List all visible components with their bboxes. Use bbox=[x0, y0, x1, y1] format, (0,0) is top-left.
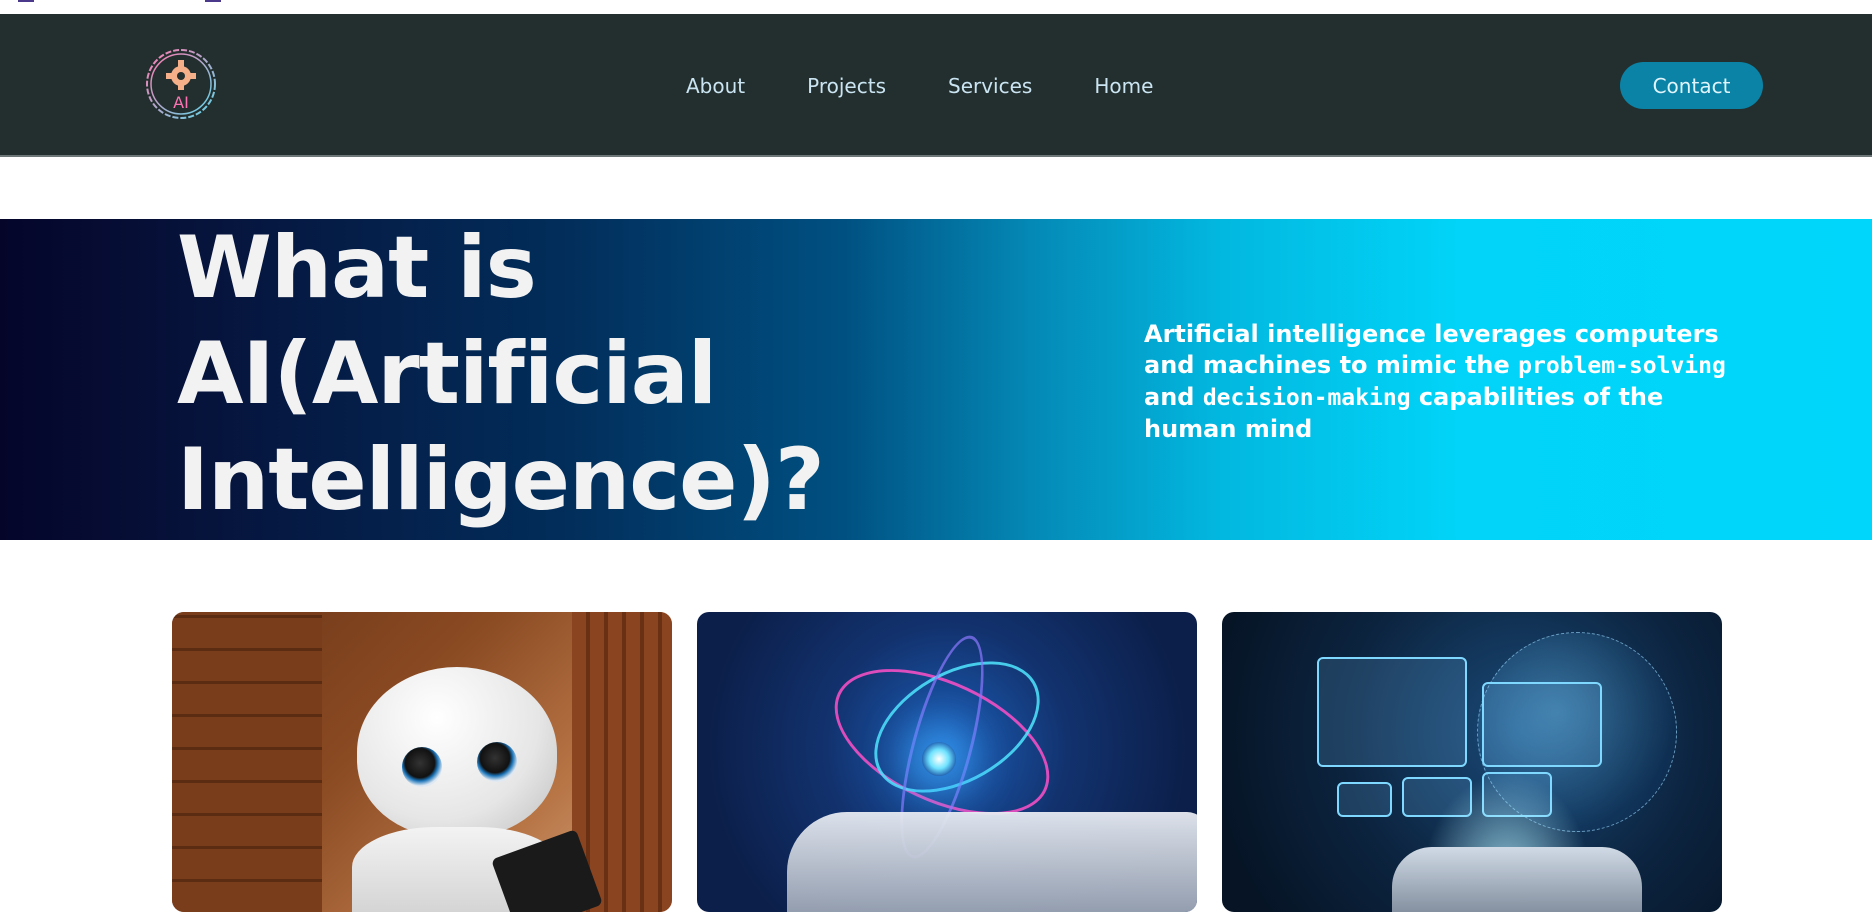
dashboard-screen bbox=[1337, 782, 1392, 817]
hero-title: What is AI(Artificial Intelligence)? bbox=[177, 219, 825, 530]
nav-projects[interactable]: Projects bbox=[807, 72, 886, 100]
contact-button[interactable]: Contact bbox=[1620, 62, 1763, 109]
partial-element bbox=[18, 0, 34, 2]
hero-desc-code: problem-solving bbox=[1518, 353, 1726, 379]
card-robot-hand-atom[interactable] bbox=[697, 612, 1197, 912]
ai-logo-icon[interactable]: AI bbox=[143, 46, 219, 122]
atom-core bbox=[922, 742, 956, 776]
robot-hand bbox=[1392, 847, 1642, 912]
main-nav: About Projects Services Home bbox=[686, 72, 1215, 100]
card-grid bbox=[172, 612, 1722, 912]
top-strip bbox=[0, 0, 1872, 14]
robot-hand bbox=[787, 812, 1197, 912]
hero-desc-text: and bbox=[1144, 383, 1203, 411]
card-robot-photo[interactable] bbox=[172, 612, 672, 912]
dashboard-screen bbox=[1482, 682, 1602, 767]
card-robot-hand-dashboard[interactable] bbox=[1222, 612, 1722, 912]
nav-about[interactable]: About bbox=[686, 72, 745, 100]
robot-eye bbox=[402, 747, 442, 787]
nav-services[interactable]: Services bbox=[948, 72, 1032, 100]
robot-eye bbox=[477, 742, 517, 782]
navbar: AI About Projects Services Home Contact bbox=[0, 14, 1872, 157]
hero-banner: What is AI(Artificial Intelligence)? Art… bbox=[0, 219, 1872, 540]
brick-wall bbox=[172, 612, 322, 912]
hero-description: Artificial intelligence leverages comput… bbox=[1144, 319, 1734, 445]
robot-head bbox=[357, 667, 557, 837]
logo-text: AI bbox=[173, 93, 189, 112]
hero-desc-code: decision-making bbox=[1202, 385, 1411, 411]
dashboard-screen bbox=[1317, 657, 1467, 767]
partial-element bbox=[205, 0, 221, 2]
nav-home[interactable]: Home bbox=[1094, 72, 1153, 100]
